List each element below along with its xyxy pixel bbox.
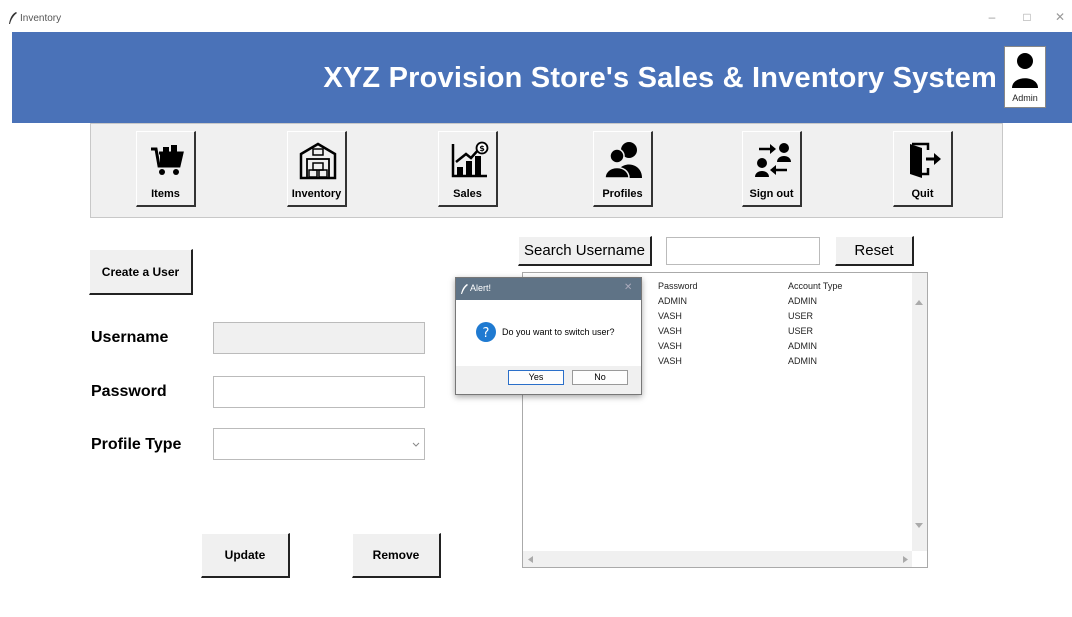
svg-text:?: ? (483, 326, 490, 341)
maximize-button[interactable]: □ (1017, 10, 1037, 24)
nav-toolbar: Items Inventory $ Sales Profiles Sign ou… (90, 123, 1003, 218)
username-field[interactable] (213, 322, 425, 354)
horizontal-scrollbar[interactable] (523, 551, 912, 567)
vertical-scrollbar[interactable] (912, 273, 927, 551)
shopping-cart-icon (151, 145, 184, 175)
yes-button[interactable]: Yes (508, 370, 564, 385)
profile-type-label: Profile Type (91, 436, 182, 453)
app-title: XYZ Provision Store's Sales & Inventory … (323, 62, 997, 94)
username-label: Username (91, 329, 169, 346)
table-cell: ADMIN (788, 341, 817, 351)
dialog-title: Alert! (470, 283, 492, 293)
nav-label: Profiles (602, 188, 643, 200)
remove-button[interactable]: Remove (352, 533, 441, 578)
password-label: Password (91, 383, 167, 400)
nav-label: Quit (911, 188, 934, 200)
table-cell: VASH (658, 326, 682, 336)
question-icon: ? (476, 322, 496, 342)
svg-text:$: $ (479, 144, 485, 153)
dialog-close-button[interactable]: ✕ (624, 282, 632, 293)
scroll-up-icon[interactable] (915, 300, 923, 305)
create-user-button[interactable]: Create a User (89, 249, 193, 295)
nav-sales-button[interactable]: $ Sales (438, 131, 498, 207)
table-cell: USER (788, 326, 814, 336)
table-cell: VASH (658, 356, 682, 366)
reset-button[interactable]: Reset (835, 236, 914, 266)
no-button[interactable]: No (572, 370, 628, 385)
chevron-down-icon (412, 442, 420, 447)
search-username-button[interactable]: Search Username (518, 236, 652, 266)
user-role-label: Admin (1012, 93, 1038, 103)
nav-label: Sales (453, 188, 482, 200)
user-avatar-button[interactable]: Admin (1004, 46, 1046, 108)
nav-signout-button[interactable]: Sign out (742, 131, 802, 207)
alert-dialog: Alert! ✕ ? Do you want to switch user? Y… (455, 277, 642, 395)
feather-icon (461, 284, 468, 294)
user-avatar-icon (1012, 53, 1038, 88)
minimize-button[interactable]: – (982, 10, 1002, 24)
scroll-left-icon[interactable] (528, 556, 533, 563)
column-header-account-type: Account Type (788, 281, 843, 291)
table-cell: VASH (658, 311, 682, 321)
dialog-titlebar: Alert! ✕ (456, 278, 641, 300)
warehouse-icon (299, 142, 337, 180)
nav-label: Items (151, 188, 180, 200)
close-button[interactable]: ✕ (1050, 10, 1070, 24)
nav-items-button[interactable]: Items (136, 131, 196, 207)
update-button[interactable]: Update (201, 533, 290, 578)
scroll-down-icon[interactable] (915, 523, 923, 528)
nav-quit-button[interactable]: Quit (893, 131, 953, 207)
users-icon (604, 142, 642, 179)
table-cell: ADMIN (658, 296, 687, 306)
table-cell: USER (788, 311, 814, 321)
profile-type-select[interactable] (213, 428, 425, 460)
nav-label: Sign out (749, 188, 794, 200)
table-cell: ADMIN (788, 296, 817, 306)
exit-door-icon (910, 142, 941, 178)
search-input[interactable] (666, 237, 820, 265)
sales-chart-icon: $ (451, 141, 489, 178)
window-title: Inventory (20, 13, 62, 24)
password-field[interactable] (213, 376, 425, 408)
app-header: XYZ Provision Store's Sales & Inventory … (12, 32, 1072, 123)
window-titlebar: Inventory – □ ✕ (0, 0, 1072, 30)
switch-user-icon (755, 143, 791, 177)
nav-label: Inventory (291, 188, 342, 200)
column-header-password: Password (658, 281, 698, 291)
scroll-right-icon[interactable] (903, 556, 908, 563)
table-cell: ADMIN (788, 356, 817, 366)
table-cell: VASH (658, 341, 682, 351)
nav-profiles-button[interactable]: Profiles (593, 131, 653, 207)
nav-inventory-button[interactable]: Inventory (287, 131, 347, 207)
dialog-message: Do you want to switch user? (502, 327, 615, 337)
feather-icon (9, 12, 17, 24)
